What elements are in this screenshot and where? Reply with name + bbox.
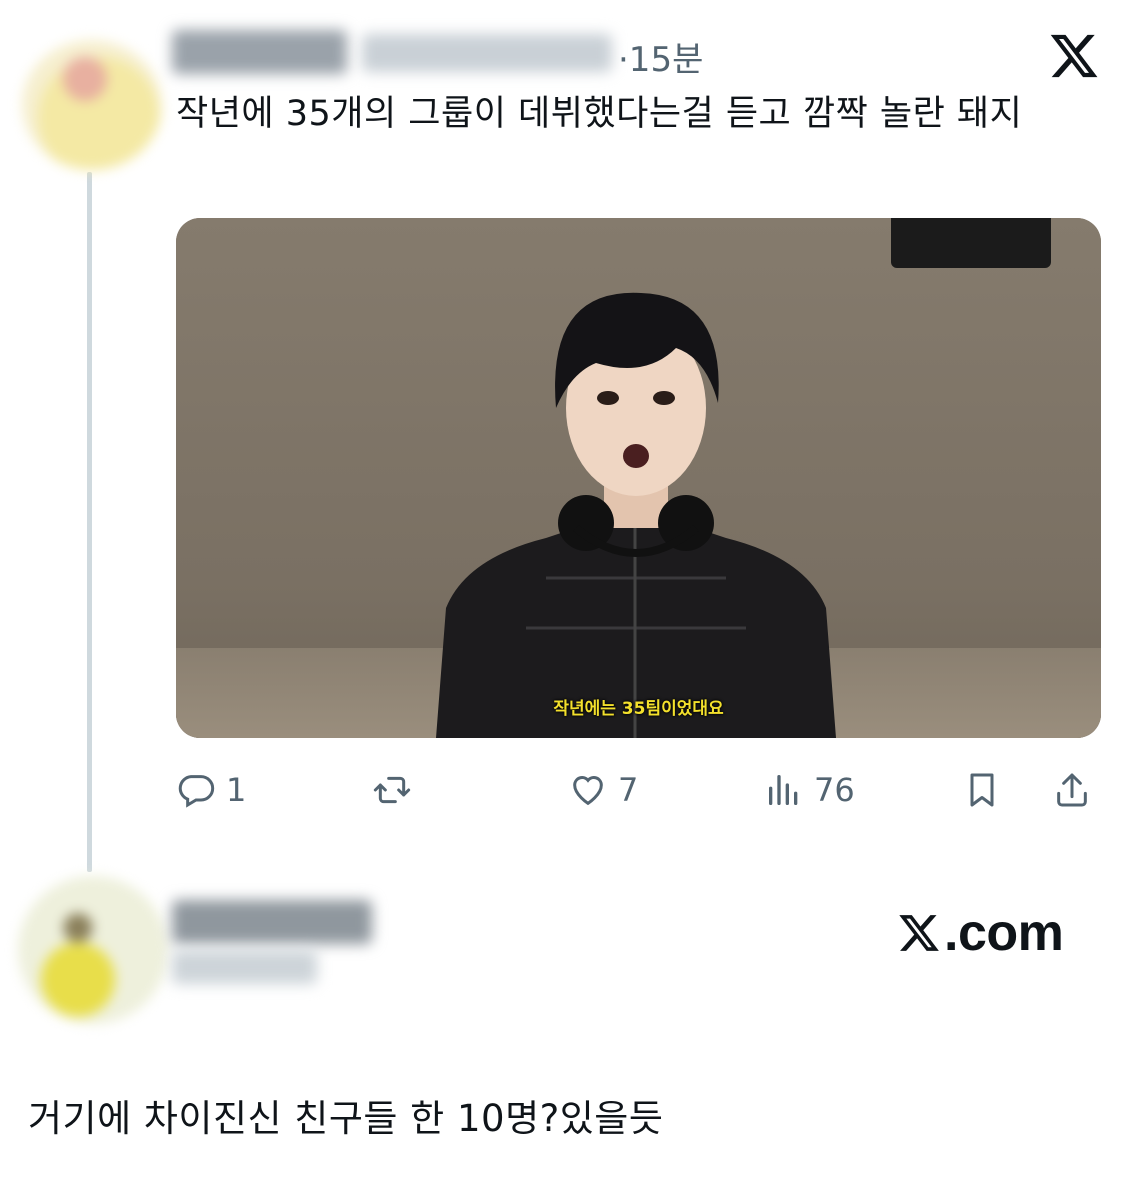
logo-domain-text: .com xyxy=(944,904,1064,962)
x-logo-icon xyxy=(899,915,939,951)
x-logo-icon xyxy=(1050,34,1098,78)
media-subtitle: 작년에는 35팀이었대요 xyxy=(553,699,724,719)
x-thread-screenshot: ·15분 작년에 35개의 그룹이 데뷔했다는걸 듣고 깜짝 놀란 돼지 작년에… xyxy=(0,0,1127,1200)
views-button[interactable]: 76 xyxy=(764,762,855,818)
media-speaker-shape xyxy=(891,218,1051,268)
avatar[interactable] xyxy=(22,40,162,170)
bookmark-icon xyxy=(970,773,994,807)
reply-icon xyxy=(178,775,215,808)
bookmark-button[interactable] xyxy=(962,762,1002,818)
post-media-image[interactable]: 작년에는 35팀이었대요 xyxy=(176,218,1101,738)
blurred-display-name[interactable] xyxy=(172,900,372,944)
post-action-bar: 1 7 76 xyxy=(176,762,1101,818)
post-text: 작년에 35개의 그룹이 데뷔했다는걸 듣고 깜짝 놀란 돼지 xyxy=(176,94,1023,134)
blurred-display-name[interactable] xyxy=(172,30,347,74)
post-timestamp[interactable]: ·15분 xyxy=(618,32,703,81)
heart-icon xyxy=(573,776,603,806)
reply-count: 1 xyxy=(226,771,247,809)
media-person-illustration xyxy=(436,292,836,738)
x-com-logo: .com xyxy=(896,903,1064,963)
blurred-handle[interactable] xyxy=(362,34,612,72)
view-count: 76 xyxy=(814,771,855,809)
like-button[interactable]: 7 xyxy=(568,762,638,818)
reply-text: 거기에 차이진신 친구들 한 10명?있을듯 xyxy=(28,1097,664,1140)
thread-connector-line xyxy=(87,172,92,872)
views-icon xyxy=(769,775,798,805)
retweet-icon xyxy=(373,776,411,804)
like-count: 7 xyxy=(618,771,639,809)
avatar[interactable] xyxy=(18,876,168,1024)
share-button[interactable] xyxy=(1052,762,1092,818)
retweet-button[interactable] xyxy=(372,762,422,818)
share-icon xyxy=(1057,773,1087,807)
reply-button[interactable]: 1 xyxy=(176,762,246,818)
blurred-handle[interactable] xyxy=(172,950,317,984)
